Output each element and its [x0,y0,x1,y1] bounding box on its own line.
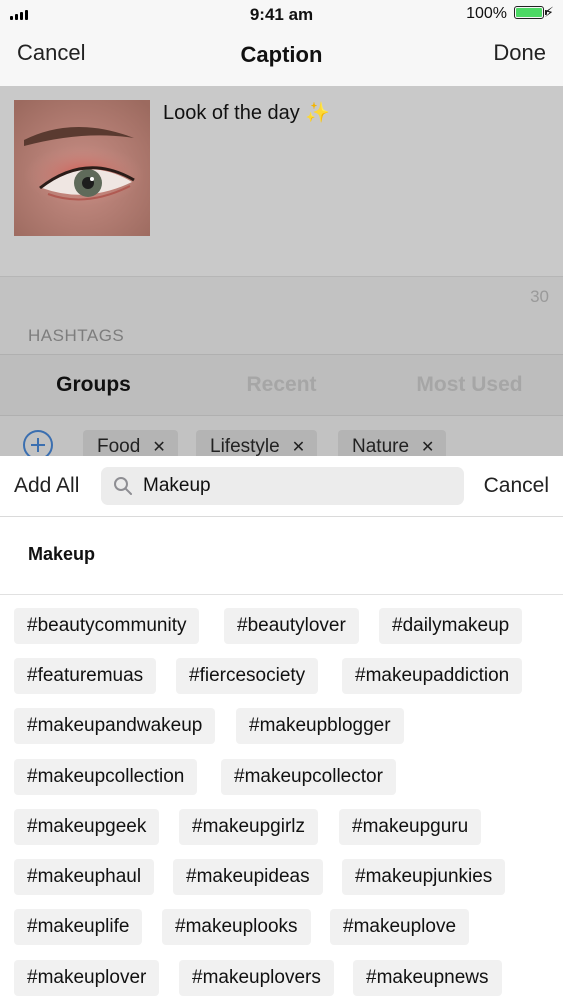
hashtag-chip[interactable]: #makeupblogger [236,708,404,744]
hashtag-chip[interactable]: #makeupnews [353,960,502,996]
hashtag-chip[interactable]: #makeuplife [14,909,143,945]
group-chips-row: Food ✕ Lifestyle ✕ Nature ✕ [0,416,563,456]
remove-icon[interactable]: ✕ [292,439,305,456]
hashtag-chip[interactable]: #makeuplooks [162,909,311,945]
hashtag-chip[interactable]: #makeupcollection [14,759,198,795]
search-cancel-button[interactable]: Cancel [484,474,549,498]
battery-icon [514,6,547,19]
remove-icon[interactable]: ✕ [152,439,165,456]
hashtag-chip[interactable]: #beautycommunity [14,608,200,644]
divider [0,594,563,595]
group-chip-label: Food [97,436,141,456]
group-chip-label: Nature [352,436,410,456]
group-chip-label: Lifestyle [210,436,280,456]
hashtag-chip[interactable]: #makeupandwakeup [14,708,216,744]
charging-icon: ⚡ [544,4,554,20]
status-bar: 9:41 am 100% ⚡ [0,0,563,28]
hashtag-chip[interactable]: #makeuplover [14,960,160,996]
post-thumbnail [14,100,150,236]
group-chip-lifestyle[interactable]: Lifestyle ✕ [196,430,318,456]
caption-text[interactable]: Look of the day ✨ [163,100,330,125]
done-button[interactable]: Done [493,40,546,66]
hashtag-chip[interactable]: #makeupgeek [14,809,160,845]
hashtag-chip[interactable]: #featuremuas [14,658,157,694]
hashtags-label: HASHTAGS [28,326,125,345]
hashtag-chip[interactable]: #makeupjunkies [342,859,506,895]
character-count-row: 30 [0,276,563,317]
remove-icon[interactable]: ✕ [421,439,434,456]
hashtag-chip[interactable]: #makeuplovers [179,960,334,996]
caption-editor: Look of the day ✨ [0,86,563,276]
hashtag-chip[interactable]: #beautylover [224,608,359,644]
search-input[interactable]: Makeup [101,467,464,505]
hashtag-chip[interactable]: #makeupideas [173,859,323,895]
tab-recent[interactable]: Recent [188,373,375,397]
page-title: Caption [240,42,323,67]
tab-groups[interactable]: Groups [0,373,187,397]
battery-percent: 100% [466,5,507,22]
hashtag-chip[interactable]: #makeuphaul [14,859,155,895]
hashtag-chip[interactable]: #dailymakeup [379,608,523,644]
character-count: 30 [530,287,549,306]
group-chip-food[interactable]: Food ✕ [83,430,178,456]
hashtag-chip[interactable]: #makeuplove [330,909,470,945]
hashtag-chip[interactable]: #makeupguru [339,809,482,845]
hashtag-chip[interactable]: #makeupaddiction [342,658,523,694]
search-value: Makeup [143,475,211,496]
hashtag-chip[interactable]: #makeupcollector [221,759,396,795]
tab-most-used[interactable]: Most Used [376,373,563,397]
result-group-title: Makeup [28,544,96,564]
hashtag-tabs: Groups Recent Most Used [0,354,563,416]
search-icon [114,477,132,495]
add-group-icon[interactable] [23,430,53,456]
add-all-button[interactable]: Add All [14,474,79,498]
hashtags-header: HASHTAGS [0,316,563,354]
search-bar: Add All Makeup Cancel [0,456,563,517]
hashtag-chip[interactable]: #fiercesociety [176,658,319,694]
hashtag-chip[interactable]: #makeupgirlz [179,809,318,845]
nav-bar: Cancel Caption Done [0,28,563,86]
group-chip-nature[interactable]: Nature ✕ [338,430,447,456]
